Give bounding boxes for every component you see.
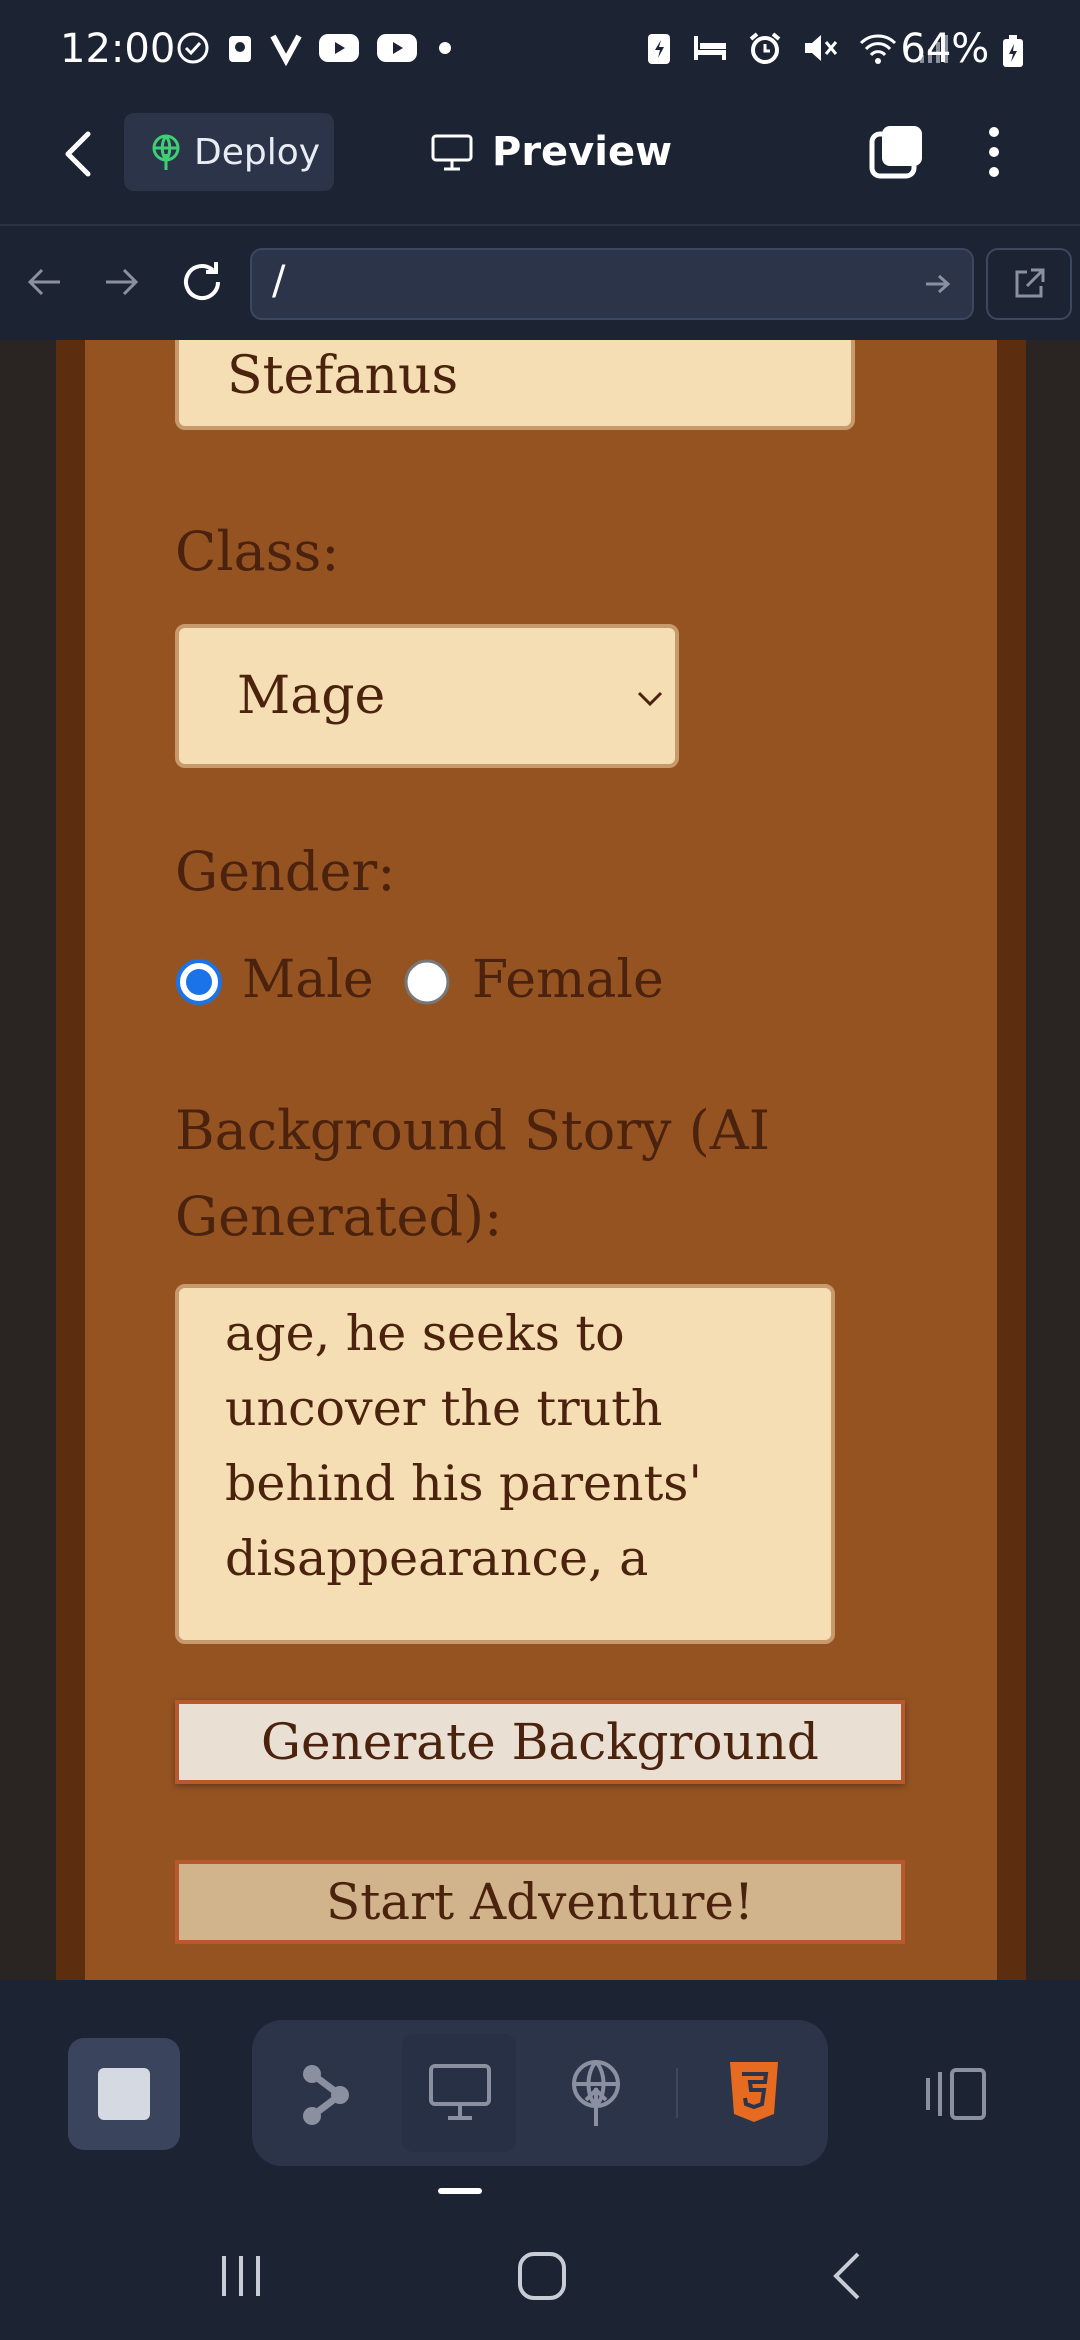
back-button[interactable] (60, 128, 100, 180)
v-icon (269, 30, 303, 66)
radio-checked-icon (176, 959, 222, 1005)
class-value: Mage (237, 666, 386, 726)
device-toggle-icon (926, 2068, 986, 2120)
story-line: behind his parents' (225, 1455, 702, 1512)
alarm-icon (748, 31, 782, 65)
more-vert-icon (989, 127, 999, 177)
status-time: 12:00 (60, 26, 176, 72)
status-left-icons (175, 30, 457, 66)
html5-button[interactable] (726, 2060, 782, 2124)
stop-icon (98, 2068, 150, 2120)
radio-female-label[interactable]: Female (472, 950, 664, 1010)
recents-button[interactable] (216, 2252, 266, 2300)
background-label: Background Story (AI Generated): (175, 1099, 771, 1248)
divider (676, 2068, 678, 2118)
deploy-button[interactable]: Deploy (124, 113, 334, 191)
background-textarea[interactable]: age, he seeks to uncover the truth behin… (175, 1284, 835, 1644)
class-select[interactable]: Mage (175, 624, 679, 768)
branch-button[interactable] (298, 2060, 354, 2130)
preview-tab[interactable]: Preview (430, 124, 672, 180)
stop-button[interactable] (68, 2038, 180, 2150)
app-bar: Deploy Preview (0, 100, 1080, 224)
chevron-down-icon (637, 691, 663, 707)
youtube-icon (375, 31, 419, 65)
gender-label: Gender: (175, 840, 396, 903)
radio-unchecked-icon (404, 959, 450, 1005)
character-form: Stefanus Class: Mage Gender: Male Female… (85, 340, 997, 1980)
start-adventure-button[interactable]: Start Adventure! (175, 1860, 905, 1944)
system-nav-bar (0, 2210, 1080, 2340)
home-indicator (438, 2188, 482, 2194)
tool-group (252, 2020, 828, 2166)
desktop-view-button[interactable] (402, 2034, 516, 2152)
url-bar: / (0, 224, 1080, 342)
story-line: disappearance, a (225, 1530, 649, 1587)
class-label: Class: (175, 520, 340, 583)
tabs-button[interactable] (866, 122, 926, 182)
arrow-right-icon (106, 268, 139, 296)
background-text: age, he seeks to uncover the truth behin… (225, 1296, 702, 1596)
check-circle-icon (175, 30, 211, 66)
chevron-left-icon (65, 131, 91, 177)
radio-male-label[interactable]: Male (242, 950, 374, 1010)
external-link-icon (1015, 268, 1045, 298)
generate-background-label: Generate Background (261, 1713, 819, 1771)
radio-female[interactable] (403, 958, 451, 1006)
deploy-icon (152, 134, 180, 170)
branch-icon (303, 2065, 349, 2125)
monitor-icon (431, 134, 473, 171)
youtube-icon (317, 31, 361, 65)
tabs-icon (869, 126, 922, 179)
status-bar: 12:00 64% (0, 0, 1080, 100)
battery-percent: 64% (900, 26, 990, 72)
battery-indicator: 64% (900, 26, 1024, 72)
arrow-left-icon (27, 268, 60, 296)
start-adventure-label: Start Adventure! (325, 1873, 755, 1931)
url-input[interactable]: / (250, 248, 974, 320)
recents-icon (222, 2256, 260, 2296)
reload-button[interactable] (178, 258, 226, 306)
story-line: uncover the truth (225, 1380, 663, 1437)
deploy-label: Deploy (194, 131, 321, 173)
bottom-toolbar (0, 1980, 1080, 2210)
preview-content: Stefanus Class: Mage Gender: Male Female… (0, 340, 1080, 1980)
deploy-tool-button[interactable] (568, 2058, 624, 2128)
radio-male[interactable] (175, 958, 223, 1006)
open-external-button[interactable] (986, 248, 1072, 320)
home-icon (518, 2252, 566, 2300)
url-text: / (272, 258, 286, 304)
desktop-icon (429, 2064, 491, 2120)
bed-icon (692, 32, 728, 64)
generate-background-button[interactable]: Generate Background (175, 1700, 905, 1784)
nav-forward-button[interactable] (100, 260, 144, 304)
deploy-icon (572, 2060, 620, 2126)
system-back-button[interactable] (828, 2250, 868, 2302)
reload-icon (184, 262, 220, 300)
back-icon (833, 2252, 860, 2300)
more-options-button[interactable] (982, 122, 1006, 182)
wifi-icon (858, 31, 898, 65)
preview-label: Preview (492, 129, 673, 175)
device-toggle-button[interactable] (922, 2064, 988, 2124)
battery-icon (1003, 35, 1023, 67)
html5-icon (730, 2062, 778, 2122)
battery-saver-icon (646, 30, 672, 66)
story-line: age, he seeks to (225, 1305, 625, 1362)
go-arrow-icon[interactable] (924, 272, 952, 296)
mute-icon (802, 31, 838, 65)
home-button[interactable] (516, 2250, 568, 2302)
dot-icon (433, 36, 457, 60)
name-input[interactable]: Stefanus (175, 340, 855, 430)
name-value: Stefanus (227, 346, 459, 406)
nav-back-button[interactable] (22, 260, 66, 304)
bag-icon (225, 30, 255, 66)
